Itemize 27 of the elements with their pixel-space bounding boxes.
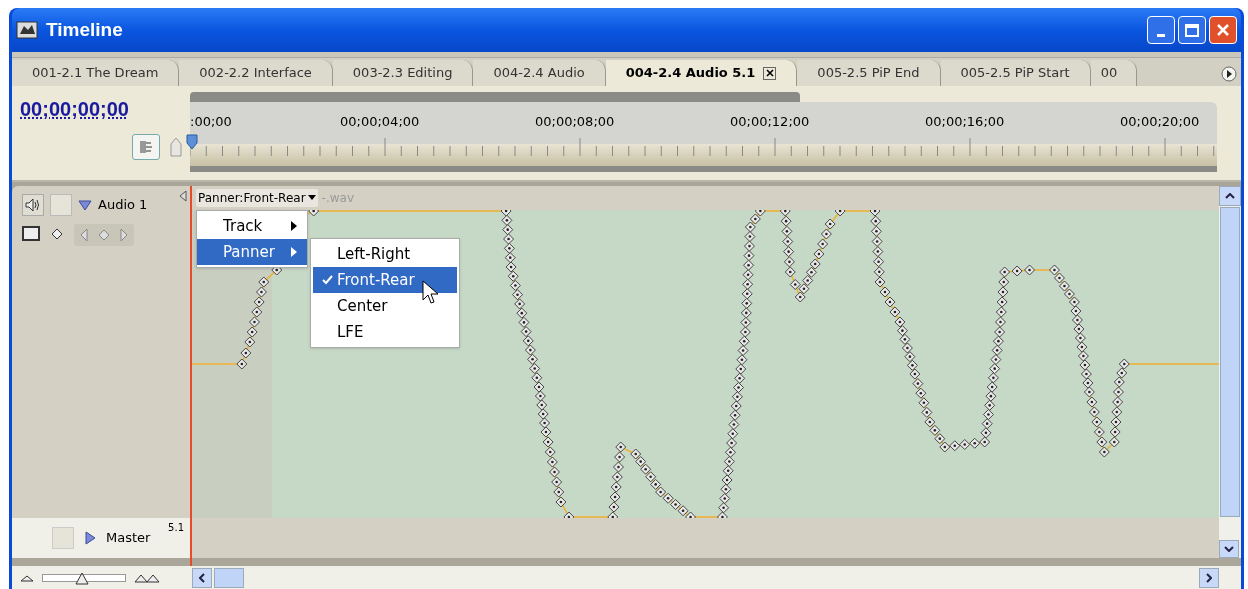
- sequence-tab[interactable]: 005-2.5 PiP End: [797, 60, 941, 86]
- menu-item[interactable]: Left-Right: [313, 241, 457, 267]
- track-name: Master: [106, 529, 151, 548]
- sequence-tab[interactable]: 004-2.4 Audio: [473, 60, 606, 86]
- sequence-tab[interactable]: 002-2.2 Interface: [179, 60, 333, 86]
- ruler-label: 00;00;16;00: [925, 113, 1005, 131]
- ruler-label: :00;00: [190, 113, 232, 131]
- ruler-label: 00;00;04;00: [340, 113, 420, 131]
- menu-item[interactable]: Panner: [197, 239, 307, 265]
- sequence-tab[interactable]: 003-2.3 Editing: [332, 60, 474, 86]
- channel-label: 5.1: [168, 521, 184, 535]
- sequence-tab[interactable]: 00: [1090, 60, 1137, 86]
- clip-name: -.wav: [321, 190, 354, 207]
- menu-item[interactable]: Track: [197, 213, 307, 239]
- track-name: Audio 1: [98, 196, 148, 215]
- menu-item[interactable]: Front-Rear: [313, 267, 457, 293]
- ruler-label: 00;00;08;00: [535, 113, 615, 131]
- sequence-tab[interactable]: 001-2.1 The Dream: [12, 60, 180, 86]
- menu-item[interactable]: Center: [313, 293, 457, 319]
- ruler-label: 00;00;12;00: [730, 113, 810, 131]
- ruler-label: 00;00;20;00: [1120, 113, 1200, 131]
- timecode[interactable]: 00;00;00;00: [20, 94, 129, 124]
- sequence-tab[interactable]: 004-2.4 Audio 5.1: [605, 60, 798, 86]
- menu-item[interactable]: LFE: [313, 319, 457, 345]
- window-title: Timeline: [46, 17, 123, 42]
- sequence-tab[interactable]: 005-2.5 PiP Start: [940, 60, 1091, 86]
- panner-dropdown[interactable]: Panner:Front-Rear: [196, 189, 318, 207]
